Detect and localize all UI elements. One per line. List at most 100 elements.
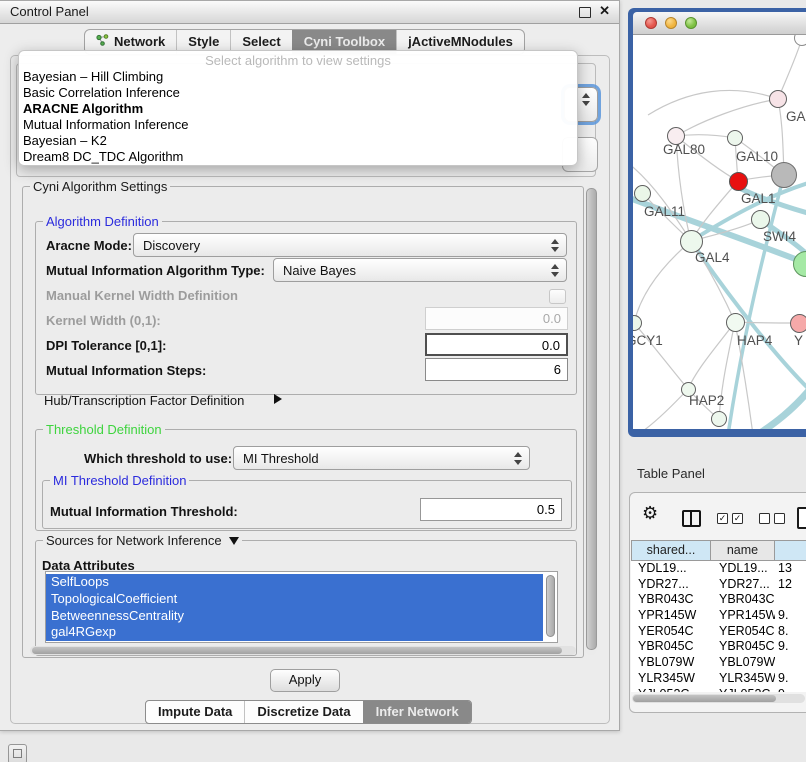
kernel-width-label: Kernel Width (0,1): <box>46 313 161 328</box>
algorithm-dropdown: Select algorithm to view settings Bayesi… <box>18 50 578 166</box>
columns-icon[interactable] <box>682 510 701 527</box>
node-label-gal4: GAL4 <box>695 250 730 265</box>
table-row[interactable]: YER054CYER054C8. <box>631 624 806 640</box>
mi-threshold-label: Mutual Information Threshold: <box>50 504 238 519</box>
combo-arrows-icon <box>582 92 590 107</box>
table-cell: YBR045C <box>631 639 711 655</box>
aracne-mode-label: Aracne Mode: <box>46 238 132 253</box>
table-row[interactable]: YBL079WYBL079W <box>631 655 806 671</box>
mi-threshold-field[interactable]: 0.5 <box>420 498 562 521</box>
cyni-bottom-tab-bar: Impute DataDiscretize Data Infer Network <box>145 700 472 724</box>
algorithm-option[interactable]: ARACNE Algorithm <box>19 101 577 117</box>
table-cell: 13 <box>775 561 806 577</box>
network-node[interactable] <box>729 172 748 191</box>
network-node[interactable] <box>634 185 651 202</box>
network-node[interactable] <box>727 130 743 146</box>
scrollbar-thumb[interactable] <box>546 575 555 637</box>
dropdown-placeholder: Select algorithm to view settings <box>19 52 577 69</box>
deselect-all-checkbox-icon[interactable] <box>759 513 785 524</box>
table-cell: YDL19... <box>711 561 775 577</box>
panel-title: Control Panel <box>10 4 89 19</box>
gear-icon[interactable]: ⚙ <box>642 504 658 522</box>
scrollbar-thumb[interactable] <box>32 647 562 654</box>
select-all-checkbox-icon[interactable]: ✓ ✓ <box>717 513 743 524</box>
table-cell: YDR27... <box>711 577 775 593</box>
manual-kernel-checkbox[interactable] <box>549 289 566 304</box>
column-header-shared[interactable]: shared... <box>631 540 711 561</box>
node-label-gal11: GAL11 <box>644 204 685 219</box>
table-horizontal-scrollbar[interactable] <box>632 694 805 703</box>
algorithm-option[interactable]: Bayesian – Hill Climbing <box>19 69 577 85</box>
mi-steps-field[interactable]: 6 <box>425 358 568 381</box>
close-traffic-light[interactable] <box>645 17 657 29</box>
checked-box-icon: ✓ <box>732 513 743 524</box>
expand-right-icon[interactable] <box>274 394 282 404</box>
aracne-mode-combobox[interactable]: Discovery <box>133 233 567 257</box>
tab-label: Infer Network <box>376 701 459 723</box>
algorithm-option[interactable]: Basic Correlation Inference <box>19 85 577 101</box>
algorithm-option[interactable]: Mutual Information Inference <box>19 117 577 133</box>
sources-title[interactable]: Sources for Network Inference <box>43 533 242 548</box>
table-cell: YPR145W <box>711 608 775 624</box>
column-header-name[interactable]: name <box>711 540 775 561</box>
algorithm-option[interactable]: Bayesian – K2 <box>19 133 577 149</box>
close-icon[interactable]: ✕ <box>599 3 610 19</box>
apply-button[interactable]: Apply <box>270 669 340 692</box>
scrollbar-thumb[interactable] <box>586 188 597 650</box>
zoom-traffic-light[interactable] <box>685 17 697 29</box>
node-label-gal: GAL <box>786 109 806 124</box>
scrollbar-thumb[interactable] <box>633 695 776 702</box>
dpi-tolerance-field[interactable]: 0.0 <box>425 333 568 356</box>
table-row[interactable]: YBR043CYBR043C <box>631 592 806 608</box>
tab-discretize-data[interactable]: Discretize Data <box>244 701 362 723</box>
collapse-down-icon[interactable] <box>229 537 239 545</box>
threshold-definition-title: Threshold Definition <box>43 422 165 437</box>
table-cell: YBL079W <box>711 655 775 671</box>
network-window-titlebar[interactable] <box>633 12 806 35</box>
attribute-item[interactable]: BetweennessCentrality <box>46 608 543 625</box>
table-row[interactable]: YDR27...YDR27...12 <box>631 577 806 593</box>
hub-definition-label[interactable]: Hub/Transcription Factor Definition <box>44 393 244 408</box>
attribute-item[interactable]: gal4RGexp <box>46 624 543 641</box>
mi-type-combobox[interactable]: Naive Bayes <box>273 258 567 282</box>
table-row[interactable]: YJL052CYJL052C9 <box>631 687 806 693</box>
network-node[interactable] <box>790 314 806 333</box>
network-node[interactable] <box>751 210 770 229</box>
tab-impute-data[interactable]: Impute Data <box>146 701 244 723</box>
network-node[interactable] <box>726 313 745 332</box>
kernel-width-field[interactable]: 0.0 <box>425 307 568 330</box>
float-panel-icon[interactable] <box>579 7 591 18</box>
attribute-item[interactable]: TopologicalCoefficient <box>46 591 543 608</box>
table-cell: 9 <box>775 687 806 693</box>
list-scrollbar[interactable] <box>546 575 555 639</box>
table-cell <box>775 592 806 608</box>
sources-title-text: Sources for Network Inference <box>46 533 222 548</box>
minimize-traffic-light[interactable] <box>665 17 677 29</box>
attribute-item[interactable]: SelfLoops <box>46 574 543 591</box>
network-node[interactable] <box>769 90 787 108</box>
new-column-icon[interactable] <box>797 507 806 529</box>
node-label-hap2: HAP2 <box>689 393 724 408</box>
table-body: YDL19...YDL19...13YDR27...YDR27...12YBR0… <box>631 561 806 692</box>
column-header-2[interactable] <box>775 540 806 561</box>
network-node[interactable] <box>711 411 727 427</box>
which-threshold-label: Which threshold to use: <box>84 451 232 466</box>
dock-panel-icon[interactable] <box>8 744 27 762</box>
node-label-gal80: GAL80 <box>663 142 705 157</box>
manual-kernel-label: Manual Kernel Width Definition <box>46 288 238 303</box>
table-row[interactable]: YBR045CYBR045C9. <box>631 639 806 655</box>
horizontal-scrollbar[interactable] <box>30 646 576 655</box>
which-threshold-combobox[interactable]: MI Threshold <box>233 446 530 470</box>
combobox-value: Naive Bayes <box>283 263 356 278</box>
settings-scrollbar[interactable] <box>585 185 597 655</box>
table-row[interactable]: YLR345WYLR345W9. <box>631 671 806 687</box>
table-cell: YBL079W <box>631 655 711 671</box>
network-canvas[interactable]: GALGAL80GAL10GAL1GAL11SWI4GAL4GCY1HAP4YH… <box>633 35 806 429</box>
tab-infer-network[interactable]: Infer Network <box>363 701 471 723</box>
table-row[interactable]: YDL19...YDL19...13 <box>631 561 806 577</box>
node-label-gal10: GAL10 <box>736 149 778 164</box>
table-row[interactable]: YPR145WYPR145W9. <box>631 608 806 624</box>
network-node[interactable] <box>771 162 797 188</box>
mi-type-label: Mutual Information Algorithm Type: <box>46 263 265 278</box>
algorithm-option[interactable]: Dream8 DC_TDC Algorithm <box>19 149 577 165</box>
